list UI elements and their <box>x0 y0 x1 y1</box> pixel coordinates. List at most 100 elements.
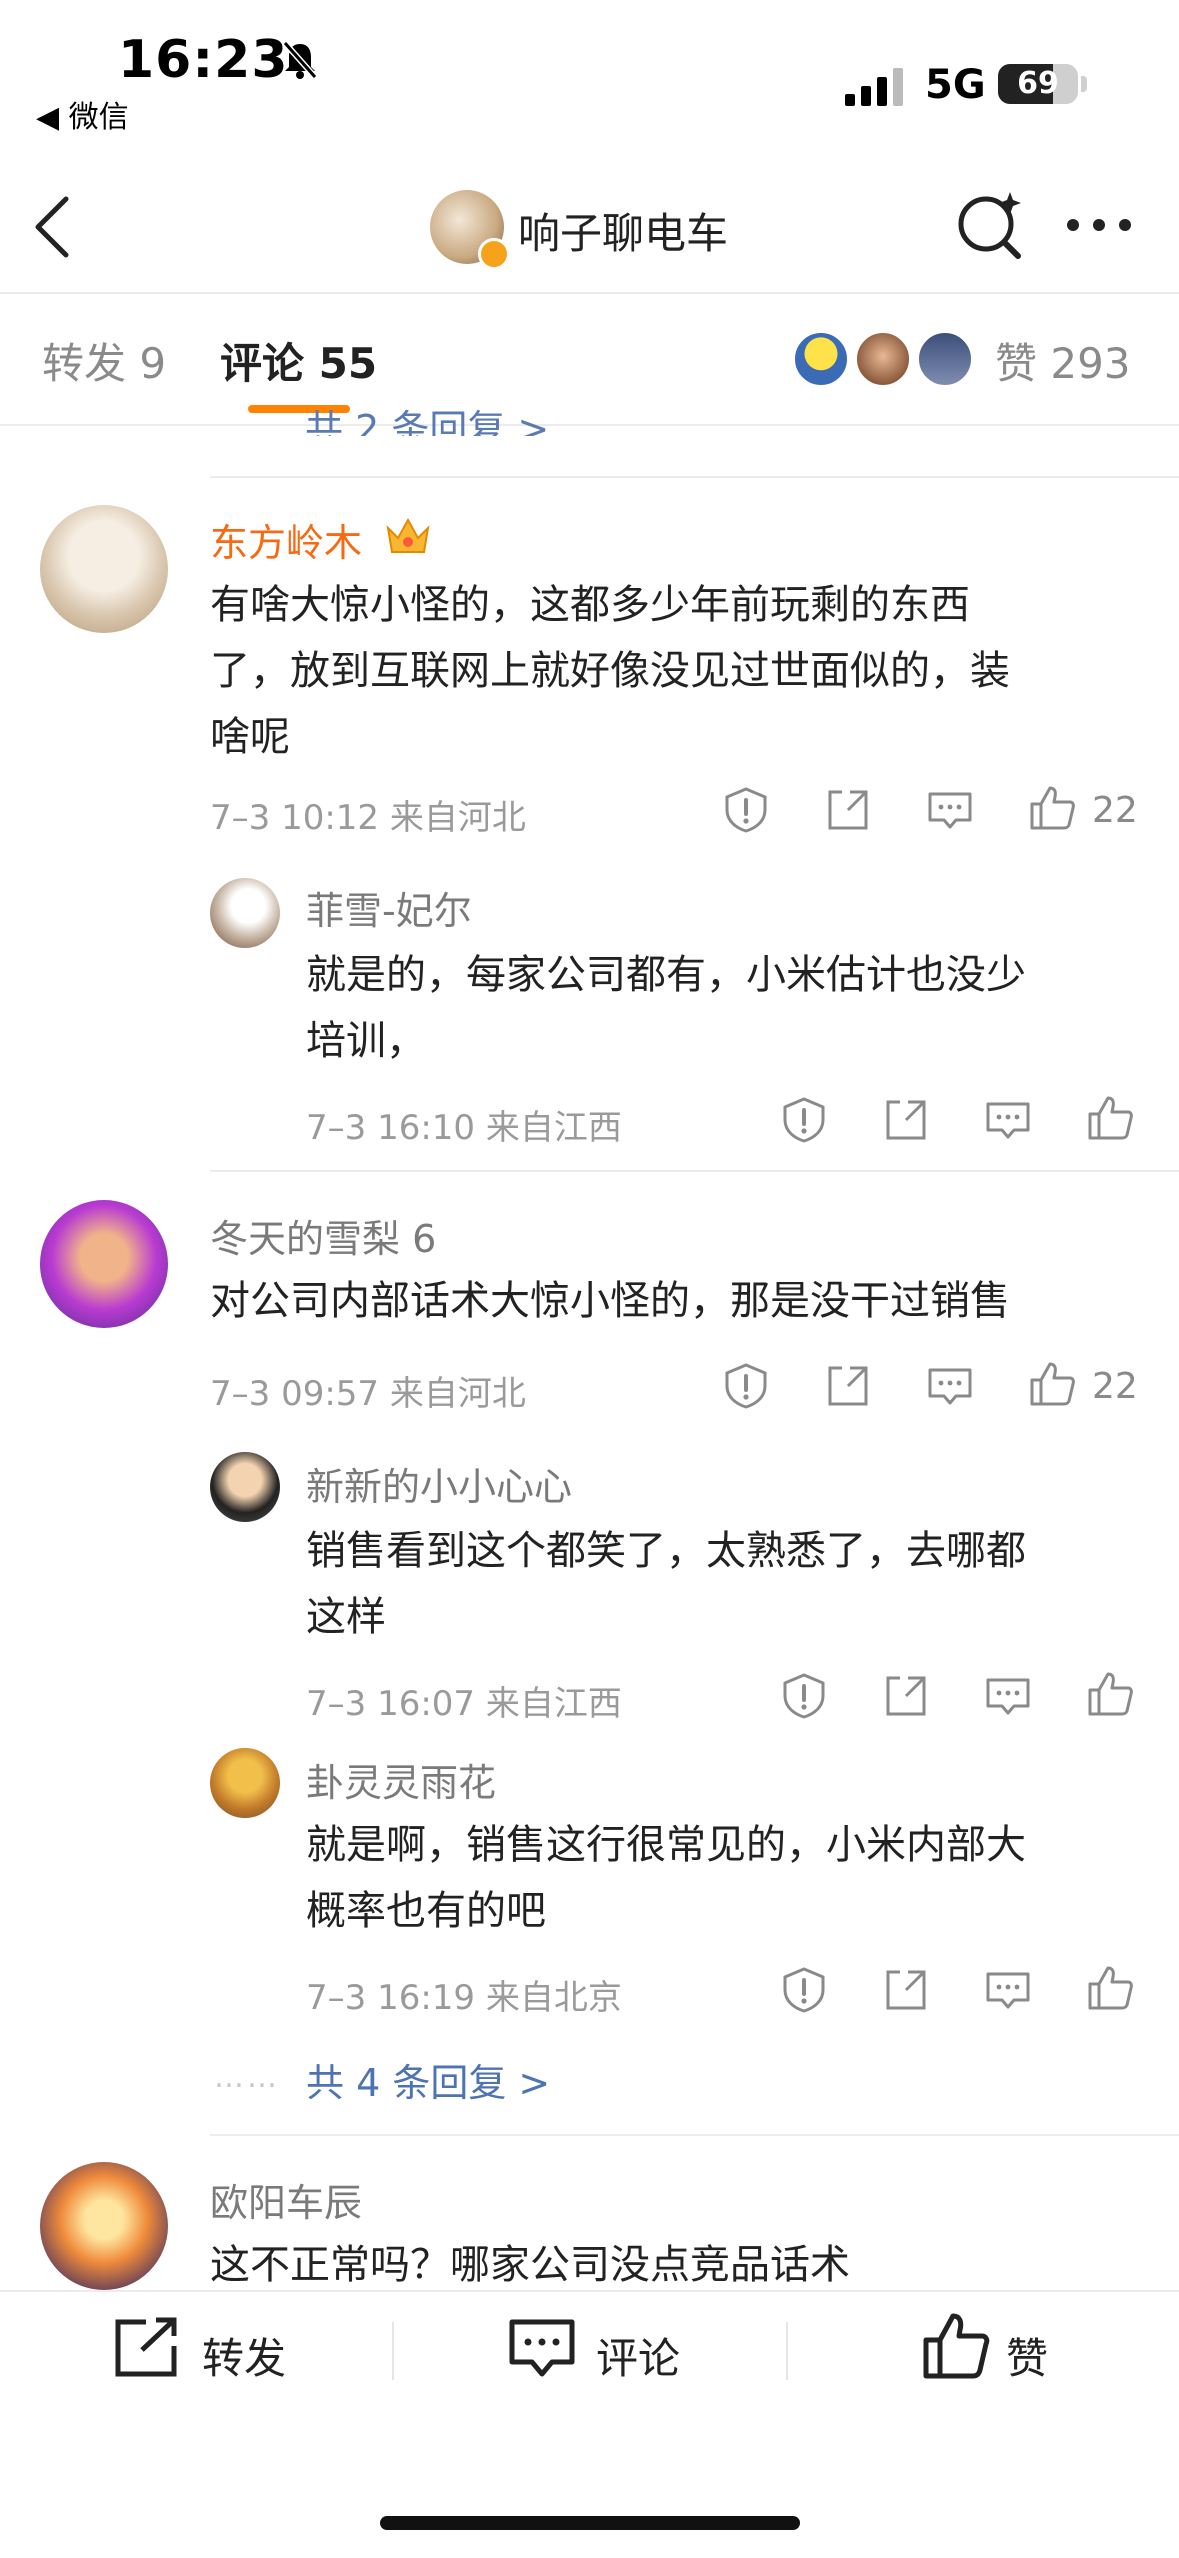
avatar[interactable] <box>210 1452 280 1522</box>
reply-line: 就是啊，销售这行很常见的，小米内部大 <box>306 1822 1026 1868</box>
comment-text: 有啥大惊小怪的，这都多少年前玩剩的东西 了，放到互联网上就好像没见过世面似的，装… <box>210 572 1130 770</box>
comment-icon <box>509 2319 575 2377</box>
signal-icon <box>845 68 903 106</box>
tab-likes[interactable]: 赞 293 <box>995 330 1131 391</box>
like-count: 22 <box>1092 790 1138 831</box>
reply-line: 销售看到这个都笑了，太熟悉了，去哪都 <box>306 1528 1026 1574</box>
reply-line: 就是的，每家公司都有，小米估计也没少 <box>306 952 1026 998</box>
more-replies-link[interactable]: 共 4 条回复 > <box>306 2052 550 2107</box>
status-time: 16:23 <box>118 30 289 90</box>
repost-button[interactable] <box>112 2316 182 2384</box>
avatar[interactable] <box>210 878 280 948</box>
report-icon <box>783 1967 825 2013</box>
comment-button[interactable] <box>508 2316 576 2386</box>
report-button[interactable] <box>780 1096 828 1148</box>
like-post-button[interactable] <box>922 2312 990 2384</box>
reply-button[interactable] <box>926 786 974 838</box>
report-button[interactable] <box>722 786 770 838</box>
like-count: 22 <box>1092 1366 1138 1407</box>
more-icon[interactable] <box>1066 218 1132 232</box>
comment-meta: 7–3 09:57 来自河北 <box>210 1374 526 1414</box>
reply-line: 这样 <box>306 1594 386 1640</box>
comment-meta: 7–3 10:12 来自河北 <box>210 798 526 838</box>
like-button[interactable] <box>1028 784 1076 836</box>
comment-line: 了，放到互联网上就好像没见过世面似的，装 <box>210 648 1010 694</box>
comment-username[interactable]: 东方岭木 <box>210 512 362 567</box>
search-icon[interactable] <box>956 190 1026 260</box>
comment-line: 有啥大惊小怪的，这都多少年前玩剩的东西 <box>210 582 970 628</box>
vip-crown-icon <box>386 517 430 553</box>
reply-button[interactable] <box>984 1096 1032 1148</box>
avatar[interactable] <box>40 1200 168 1328</box>
share-button[interactable] <box>882 1096 930 1148</box>
like-button[interactable] <box>1086 1964 1134 2016</box>
tab-repost[interactable]: 转发 9 <box>42 330 166 391</box>
repost-label[interactable]: 转发 <box>202 2325 286 2386</box>
reply-username[interactable]: 新新的小小心心 <box>306 1456 572 1511</box>
tabs-divider <box>0 424 1179 426</box>
share-icon <box>886 1676 926 1716</box>
liker-avatar[interactable] <box>916 330 974 388</box>
like-button[interactable] <box>1028 1360 1076 1412</box>
account-title[interactable]: 响子聊电车 <box>518 200 728 261</box>
reply-button[interactable] <box>926 1362 974 1414</box>
reply-username[interactable]: 菲雪-妃尔 <box>306 880 472 935</box>
like-button[interactable] <box>1086 1670 1134 1722</box>
report-icon <box>783 1673 825 1719</box>
back-arrow-icon[interactable] <box>32 195 72 259</box>
comment-icon <box>986 1678 1030 1715</box>
comment-label[interactable]: 评论 <box>596 2325 680 2386</box>
reply-line: 概率也有的吧 <box>306 1888 546 1934</box>
comment-icon <box>928 792 972 829</box>
reply-text: 销售看到这个都笑了，太熟悉了，去哪都 这样 <box>306 1518 1146 1650</box>
comment-divider <box>210 1170 1179 1172</box>
report-icon <box>783 1097 825 1143</box>
reply-username[interactable]: 卦灵灵雨花 <box>306 1752 496 1807</box>
share-button[interactable] <box>882 1672 930 1724</box>
like-label[interactable]: 赞 <box>1006 2325 1048 2386</box>
avatar[interactable] <box>40 505 168 633</box>
reply-meta: 7–3 16:07 来自江西 <box>306 1684 622 1724</box>
comment-divider <box>210 2134 1179 2136</box>
repost-icon <box>115 2317 177 2377</box>
thumbs-up-icon <box>1088 1672 1133 1716</box>
comment-line: 这不正常吗？哪家公司没点竞品话术 <box>210 2242 850 2288</box>
tab-comments[interactable]: 评论 55 <box>220 330 377 391</box>
report-icon <box>725 787 767 833</box>
share-icon <box>828 790 868 830</box>
comment-username[interactable]: 欧阳车辰 <box>210 2172 362 2227</box>
back-to-app-link[interactable]: ◀ 微信 <box>36 92 129 136</box>
thumbs-up-icon <box>1030 1362 1075 1406</box>
share-icon <box>828 1366 868 1406</box>
reply-button[interactable] <box>984 1966 1032 2018</box>
liker-avatar[interactable] <box>792 330 850 388</box>
comment-icon <box>986 1102 1030 1139</box>
comment-icon <box>986 1972 1030 2009</box>
liker-avatar[interactable] <box>854 330 912 388</box>
share-button[interactable] <box>824 1362 872 1414</box>
reply-text: 就是啊，销售这行很常见的，小米内部大 概率也有的吧 <box>306 1812 1146 1944</box>
thumbs-up-icon <box>1088 1096 1133 1140</box>
battery-icon: 69 <box>998 64 1078 104</box>
thumbs-up-icon <box>1088 1966 1133 2010</box>
comment-text: 对公司内部话术大惊小怪的，那是没干过销售 <box>210 1268 1130 1334</box>
reply-button[interactable] <box>984 1672 1032 1724</box>
comment-divider <box>210 476 1179 478</box>
avatar[interactable] <box>210 1748 280 1818</box>
avatar[interactable] <box>40 2162 168 2290</box>
comment-username[interactable]: 冬天的雪梨 6 <box>210 1208 436 1263</box>
like-button[interactable] <box>1086 1094 1134 1146</box>
share-button[interactable] <box>882 1966 930 2018</box>
share-button[interactable] <box>824 786 872 838</box>
comment-text: 这不正常吗？哪家公司没点竞品话术 <box>210 2232 1130 2288</box>
report-button[interactable] <box>780 1966 828 2018</box>
more-replies-link-partial[interactable]: 共 2 条回复 > <box>305 398 549 436</box>
home-indicator[interactable] <box>380 2516 800 2530</box>
report-button[interactable] <box>722 1362 770 1414</box>
bar-separator <box>786 2322 788 2380</box>
thumbs-up-icon <box>923 2313 990 2379</box>
comment-line: 对公司内部话术大惊小怪的，那是没干过销售 <box>210 1278 1010 1324</box>
thumbs-up-icon <box>1030 786 1075 830</box>
verified-badge-icon <box>478 238 510 270</box>
report-button[interactable] <box>780 1672 828 1724</box>
